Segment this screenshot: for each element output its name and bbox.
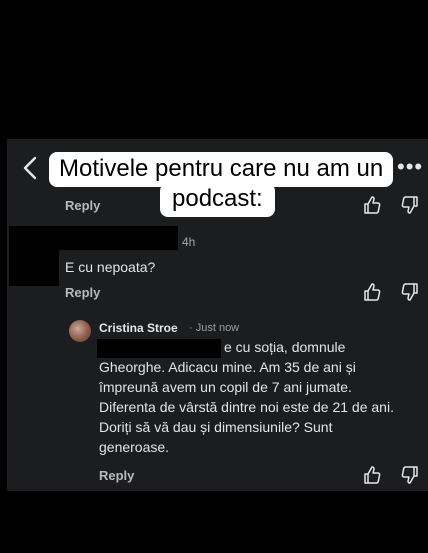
reply-text-line: Doriți să vă dau și dimensiunile? Sunt bbox=[99, 419, 333, 435]
comment-text: E cu nepoata? bbox=[65, 259, 156, 275]
caption-line-2: podcast: bbox=[160, 183, 275, 217]
reply-button[interactable]: Reply bbox=[65, 198, 100, 213]
thumbs-up-icon[interactable] bbox=[362, 465, 382, 485]
redacted-username bbox=[59, 226, 178, 250]
reply-text: e cu soția, domnule Gheorghe. Adicacu mi… bbox=[99, 337, 419, 457]
reply-text-line: Gheorghe. Adicacu mine. Am 35 de ani și bbox=[99, 359, 356, 375]
reply-button[interactable]: Reply bbox=[65, 285, 100, 300]
caption-line-1: Motivele pentru care nu am un bbox=[49, 152, 394, 187]
more-options-icon[interactable]: ••• bbox=[397, 156, 422, 178]
reply-time: · Just now bbox=[189, 322, 240, 334]
thumbs-up-icon[interactable] bbox=[362, 282, 382, 302]
avatar[interactable] bbox=[69, 320, 91, 342]
thumbs-down-icon[interactable] bbox=[400, 282, 420, 302]
comment-time: 4h bbox=[182, 235, 196, 249]
reply-author[interactable]: Cristina Stroe bbox=[99, 321, 178, 335]
thumbs-down-icon[interactable] bbox=[400, 195, 420, 215]
reply-text-line: împreună avem un copil de 7 ani jumate. bbox=[99, 379, 352, 395]
redacted-avatar bbox=[9, 226, 59, 286]
reply-button[interactable]: Reply bbox=[99, 468, 134, 483]
reply-text-line: e cu soția, domnule bbox=[224, 339, 346, 355]
chevron-left-icon[interactable] bbox=[20, 155, 42, 181]
reply-text-line: generoase. bbox=[99, 439, 170, 455]
reply-text-line: Diferenta de vârstă dintre noi este de 2… bbox=[99, 399, 394, 415]
thumbs-down-icon[interactable] bbox=[400, 465, 420, 485]
thumbs-up-icon[interactable] bbox=[362, 195, 382, 215]
